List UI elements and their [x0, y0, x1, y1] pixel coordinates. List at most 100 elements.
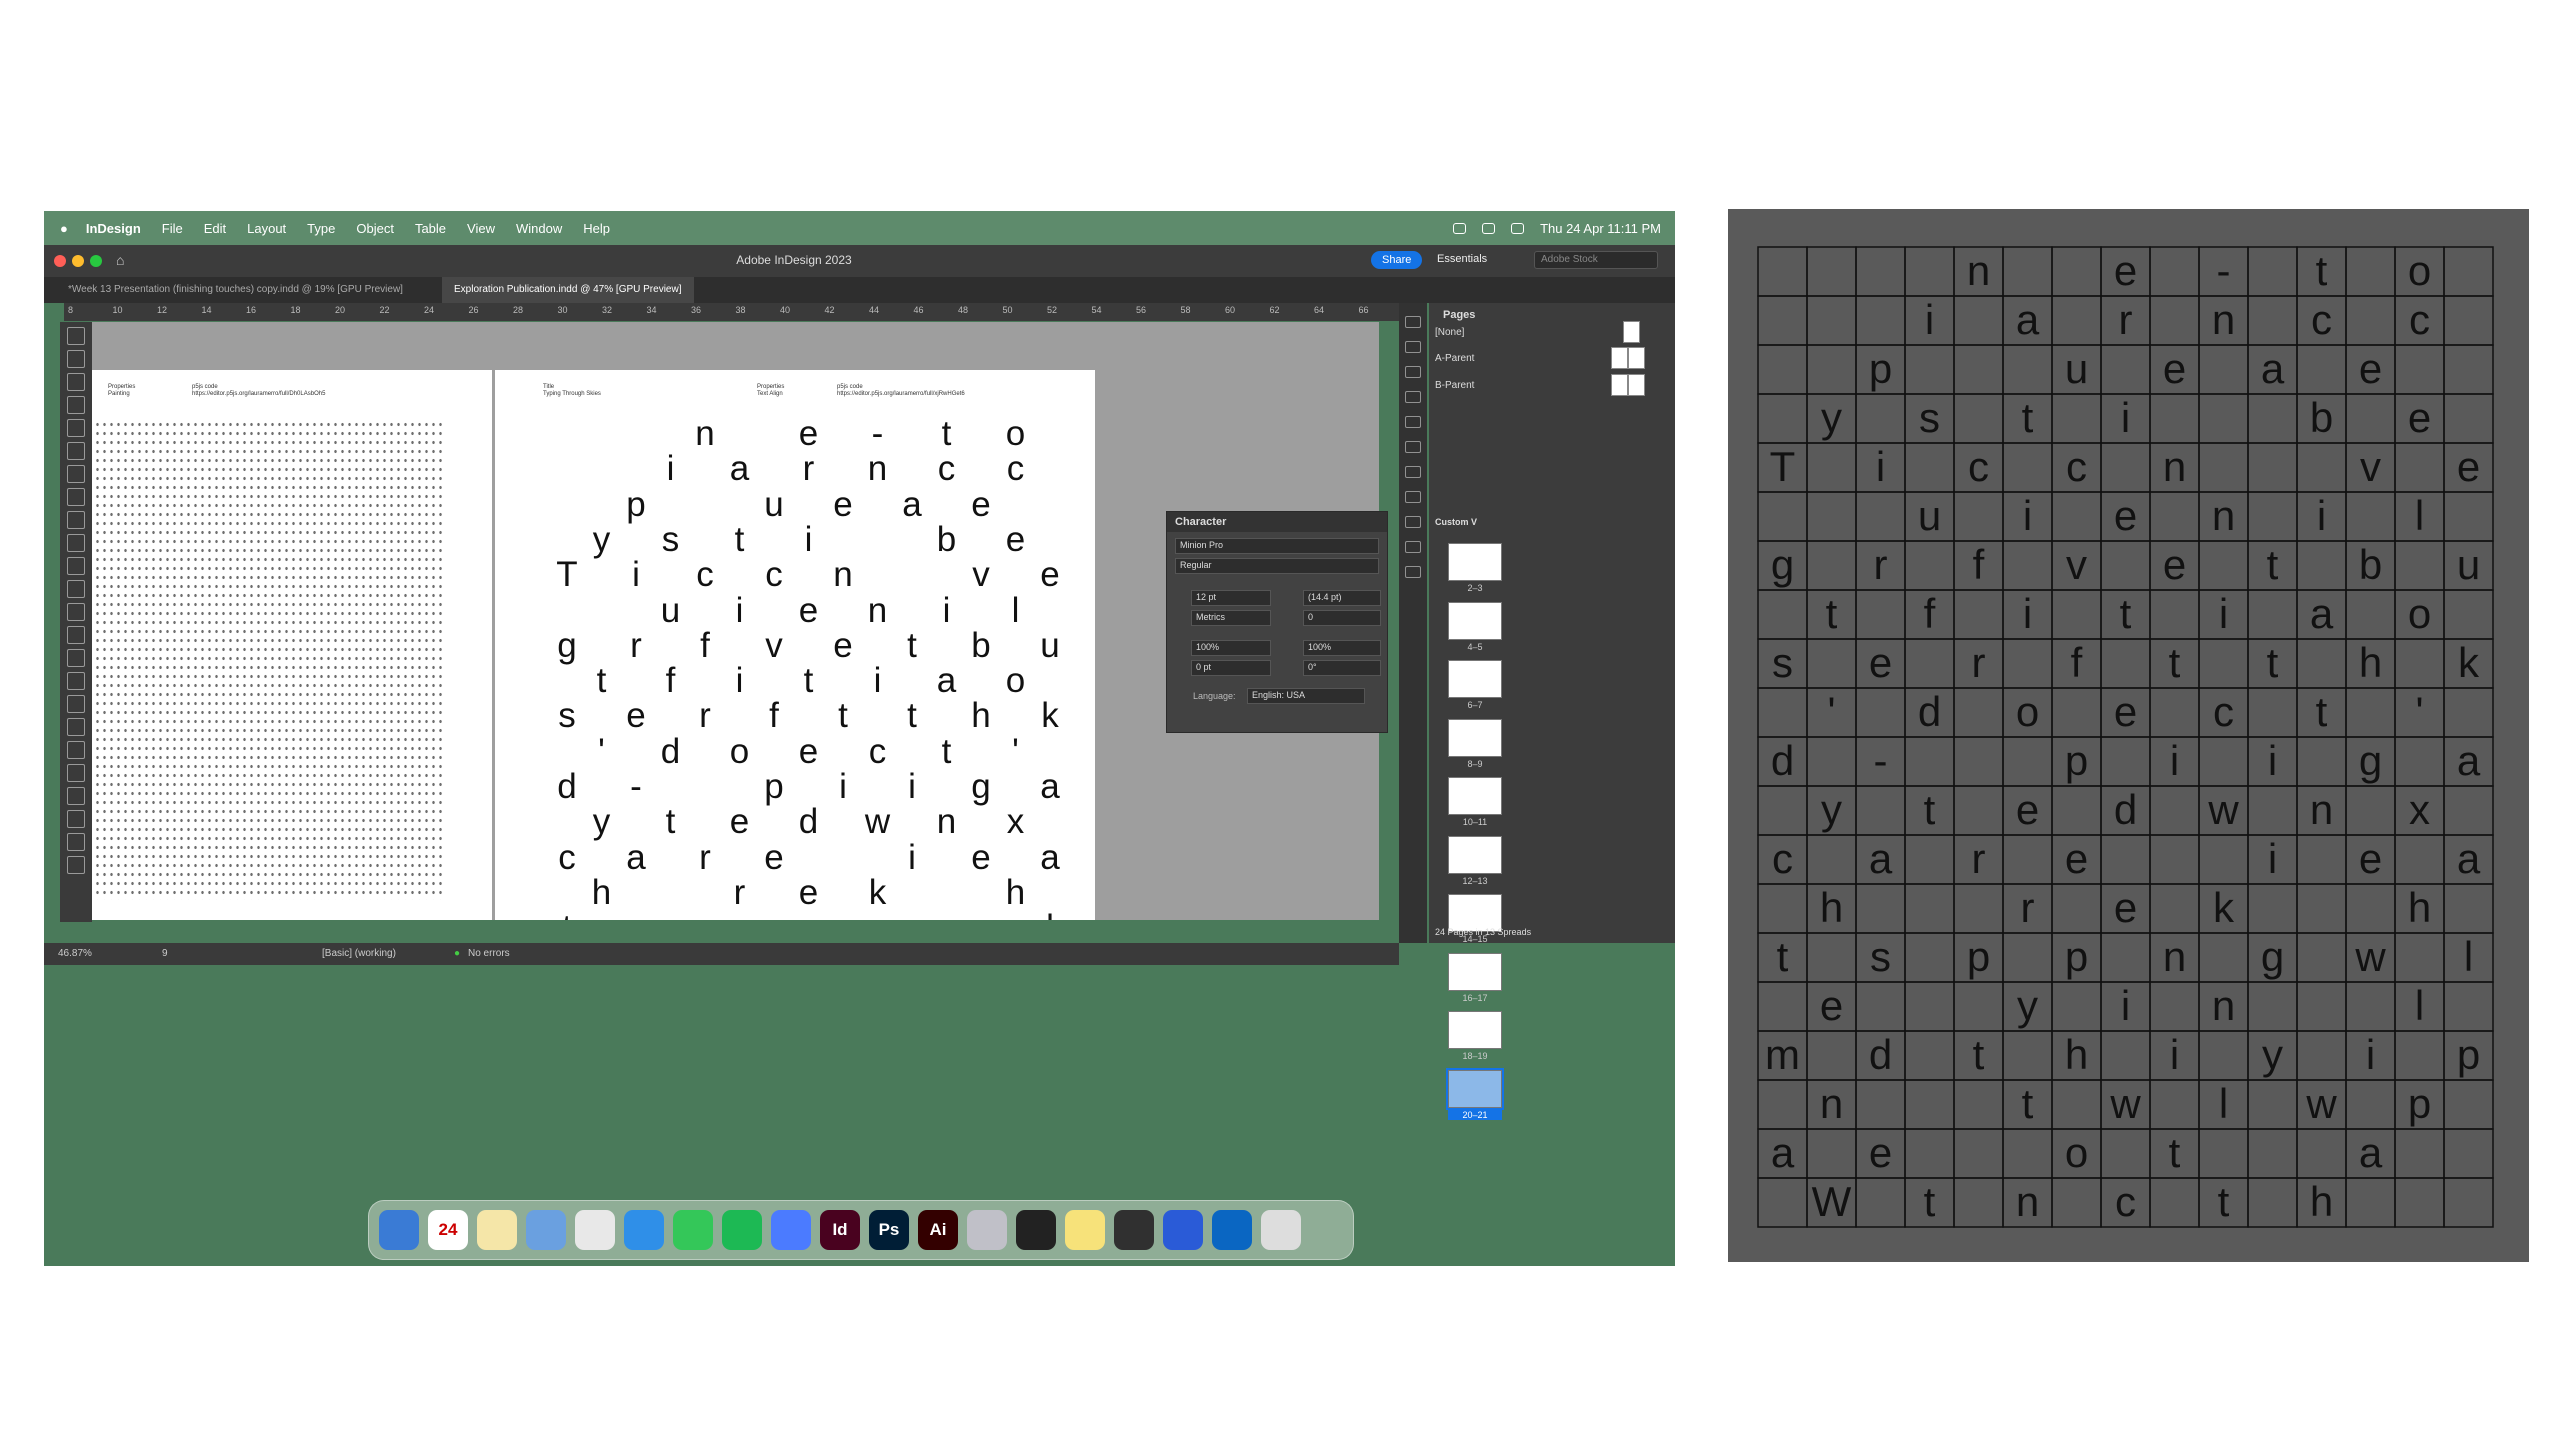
- pages-panel-title[interactable]: Pages: [1443, 309, 1475, 321]
- dock-app-icon[interactable]: Ps: [869, 1210, 909, 1250]
- dock-app-icon[interactable]: [1261, 1210, 1301, 1250]
- horizontal-scale-field[interactable]: 100%: [1303, 640, 1381, 656]
- preflight-status[interactable]: No errors: [468, 948, 510, 959]
- dock-app-icon[interactable]: [1016, 1210, 1056, 1250]
- tool-icon[interactable]: [67, 695, 85, 713]
- workspace-switcher[interactable]: Essentials: [1437, 253, 1487, 265]
- clock[interactable]: Thu 24 Apr 11:11 PM: [1540, 221, 1661, 236]
- dock-app-icon[interactable]: [575, 1210, 615, 1250]
- tool-icon[interactable]: [67, 603, 85, 621]
- share-button[interactable]: Share: [1371, 251, 1423, 269]
- kerning-field[interactable]: Metrics: [1191, 610, 1271, 626]
- tool-icon[interactable]: [67, 764, 85, 782]
- control-center-icon[interactable]: [1511, 222, 1525, 234]
- menu-view[interactable]: View: [467, 221, 495, 236]
- parent-b-thumb-right[interactable]: [1628, 374, 1645, 396]
- tool-icon[interactable]: [67, 741, 85, 759]
- spread-thumbnail[interactable]: [1448, 1011, 1502, 1049]
- parent-a-thumb-left[interactable]: [1611, 347, 1628, 369]
- dock-app-icon[interactable]: [673, 1210, 713, 1250]
- parent-b-thumb-left[interactable]: [1611, 374, 1628, 396]
- dock-app-icon[interactable]: [967, 1210, 1007, 1250]
- zoom-level[interactable]: 46.87%: [58, 948, 92, 959]
- tool-icon[interactable]: [67, 856, 85, 874]
- parent-b[interactable]: B-Parent: [1435, 380, 1474, 391]
- menu-layout[interactable]: Layout: [247, 221, 286, 236]
- panel-icon[interactable]: [1405, 516, 1421, 528]
- panel-icon[interactable]: [1405, 441, 1421, 453]
- tool-icon[interactable]: [67, 649, 85, 667]
- dock-app-icon[interactable]: Ai: [918, 1210, 958, 1250]
- dock-app-icon[interactable]: Id: [820, 1210, 860, 1250]
- dock-app-icon[interactable]: 24: [428, 1210, 468, 1250]
- dock-app-icon[interactable]: [722, 1210, 762, 1250]
- wifi-icon[interactable]: [1453, 222, 1467, 234]
- panel-icon[interactable]: [1405, 366, 1421, 378]
- tool-icon[interactable]: [67, 396, 85, 414]
- menu-help[interactable]: Help: [583, 221, 610, 236]
- spread-thumbnail[interactable]: [1448, 718, 1502, 757]
- tool-icon[interactable]: [67, 626, 85, 644]
- menu-table[interactable]: Table: [415, 221, 446, 236]
- spread-thumbnail[interactable]: [1448, 952, 1502, 991]
- spread-thumbnail[interactable]: [1448, 660, 1502, 698]
- tool-icon[interactable]: [67, 488, 85, 506]
- skew-field[interactable]: 0°: [1303, 660, 1381, 676]
- parent-none[interactable]: [None]: [1435, 327, 1464, 338]
- panel-icon[interactable]: [1405, 466, 1421, 478]
- spread-thumbnail[interactable]: [1448, 777, 1502, 815]
- vertical-scale-field[interactable]: 100%: [1191, 640, 1271, 656]
- tool-icon[interactable]: [67, 833, 85, 851]
- tool-icon[interactable]: [67, 373, 85, 391]
- tool-icon[interactable]: [67, 787, 85, 805]
- dock-app-icon[interactable]: [477, 1210, 517, 1250]
- menu-file[interactable]: File: [162, 221, 183, 236]
- tool-icon[interactable]: [67, 810, 85, 828]
- font-size-field[interactable]: 12 pt: [1191, 590, 1271, 606]
- panel-icon[interactable]: [1405, 391, 1421, 403]
- panel-icon[interactable]: [1405, 416, 1421, 428]
- tool-icon[interactable]: [67, 327, 85, 345]
- tool-icon[interactable]: [67, 672, 85, 690]
- panel-icon[interactable]: [1405, 341, 1421, 353]
- page-number[interactable]: 9: [162, 948, 168, 959]
- panel-icon[interactable]: [1405, 541, 1421, 553]
- dock-app-icon[interactable]: [1212, 1210, 1252, 1250]
- parent-none-thumb[interactable]: [1623, 321, 1640, 343]
- tool-icon[interactable]: [67, 557, 85, 575]
- panel-icon[interactable]: [1405, 566, 1421, 578]
- panel-icon[interactable]: [1405, 491, 1421, 503]
- app-menu[interactable]: InDesign: [86, 221, 141, 236]
- tool-icon[interactable]: [67, 465, 85, 483]
- tool-icon[interactable]: [67, 350, 85, 368]
- tool-icon[interactable]: [67, 442, 85, 460]
- spread-thumbnail[interactable]: [1448, 601, 1502, 640]
- panel-icon[interactable]: [1405, 316, 1421, 328]
- tool-icon[interactable]: [67, 511, 85, 529]
- leading-field[interactable]: (14.4 pt): [1303, 590, 1381, 606]
- tool-icon[interactable]: [67, 580, 85, 598]
- language-select[interactable]: English: USA: [1247, 688, 1365, 704]
- apple-icon[interactable]: ●: [60, 221, 68, 236]
- dock-app-icon[interactable]: [526, 1210, 566, 1250]
- tab-week13[interactable]: *Week 13 Presentation (finishing touches…: [56, 277, 415, 303]
- spread-thumbnail[interactable]: [1448, 543, 1502, 581]
- dock-app-icon[interactable]: [1114, 1210, 1154, 1250]
- tracking-field[interactable]: 0: [1303, 610, 1381, 626]
- dock-app-icon[interactable]: [1065, 1210, 1105, 1250]
- adobe-stock-search[interactable]: Adobe Stock: [1534, 251, 1658, 269]
- menu-object[interactable]: Object: [356, 221, 394, 236]
- tool-icon[interactable]: [67, 534, 85, 552]
- view-dropdown[interactable]: Custom V: [1435, 517, 1477, 527]
- tool-icon[interactable]: [67, 718, 85, 736]
- baseline-shift-field[interactable]: 0 pt: [1191, 660, 1271, 676]
- parent-a[interactable]: A-Parent: [1435, 353, 1474, 364]
- tool-icon[interactable]: [67, 419, 85, 437]
- spread-thumbnail[interactable]: [1446, 1067, 1504, 1110]
- menu-type[interactable]: Type: [307, 221, 335, 236]
- tab-exploration[interactable]: Exploration Publication.indd @ 47% [GPU …: [442, 277, 694, 303]
- parent-a-thumb-right[interactable]: [1628, 347, 1645, 369]
- menu-edit[interactable]: Edit: [204, 221, 226, 236]
- dock-app-icon[interactable]: [624, 1210, 664, 1250]
- font-style-field[interactable]: Regular: [1175, 558, 1379, 574]
